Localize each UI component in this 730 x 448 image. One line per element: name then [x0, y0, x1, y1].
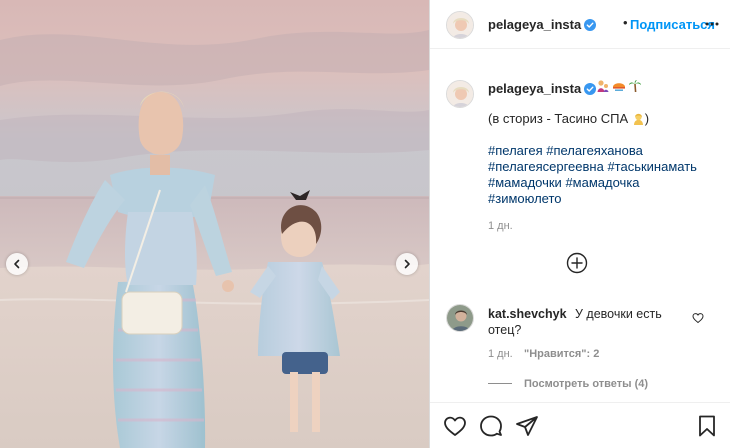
- comment-text-line1: У девочки есть: [575, 307, 662, 321]
- verified-badge-icon: [584, 83, 597, 95]
- chevron-right-icon: [404, 259, 410, 269]
- verified-badge-icon: [584, 19, 597, 31]
- avatar-image: [447, 81, 473, 107]
- replies-divider-line: [488, 383, 512, 384]
- hashtag-link[interactable]: #пелагеясергеевна: [488, 159, 604, 174]
- post-header: pelageya_insta • Подписаться: [430, 0, 730, 49]
- comment-text-line2: отец?: [488, 323, 522, 337]
- hashtag-link[interactable]: #зимоюлето: [488, 191, 562, 206]
- like-heart-icon[interactable]: [443, 414, 467, 438]
- post-side-panel: pelageya_insta • Подписаться pelageya_in…: [429, 0, 730, 448]
- caption-text-end: ): [644, 111, 650, 126]
- header-username-text[interactable]: pelageya_insta: [488, 17, 581, 32]
- load-more-comments-icon[interactable]: [566, 252, 588, 274]
- comment-likes-count[interactable]: "Нравится": 2: [524, 348, 599, 360]
- post-actions-bar: [430, 402, 730, 448]
- share-paper-plane-icon[interactable]: [515, 414, 539, 438]
- avatar-image: [447, 305, 473, 331]
- caption-username[interactable]: pelageya_insta: [488, 81, 597, 96]
- follow-button[interactable]: Подписаться: [630, 17, 715, 32]
- next-photo-button[interactable]: [396, 253, 418, 275]
- woman-emoji-icon: [633, 113, 643, 125]
- caption-emojis: [596, 79, 642, 93]
- previous-photo-button[interactable]: [6, 253, 28, 275]
- hashtag-link[interactable]: #мамадочки: [488, 175, 562, 190]
- hashtag-link[interactable]: #таськинамать: [607, 159, 697, 174]
- comments-section: pelageya_insta (в сториз - Тасино СПА) …: [430, 49, 730, 402]
- hashtag-line-2: #пелагеясергеевна #таськинамать: [488, 159, 697, 175]
- caption-text: (в сториз - Тасино СПА ): [488, 111, 649, 127]
- comment-likes-text[interactable]: "Нравится": 2: [524, 348, 599, 360]
- caption-author-avatar[interactable]: [446, 80, 474, 108]
- more-options-icon[interactable]: [704, 16, 720, 32]
- author-avatar[interactable]: [446, 11, 474, 39]
- comment-timestamp[interactable]: 1 дн.: [488, 348, 513, 360]
- beach-photo: [0, 0, 429, 448]
- sunset-emoji-icon: [613, 83, 625, 91]
- chevron-left-icon: [14, 259, 20, 269]
- post-photo[interactable]: [0, 0, 429, 448]
- avatar-image: [447, 12, 473, 38]
- like-comment-heart-icon[interactable]: [692, 312, 704, 324]
- save-bookmark-icon[interactable]: [695, 414, 719, 438]
- caption-timestamp[interactable]: 1 дн.: [488, 220, 513, 232]
- comment-bubble-icon[interactable]: [479, 414, 503, 438]
- header-separator-dot: •: [623, 15, 628, 30]
- hashtag-link[interactable]: #мамадочка: [565, 175, 639, 190]
- hashtag-link[interactable]: #пелагея: [488, 143, 543, 158]
- commenter-avatar[interactable]: [446, 304, 474, 332]
- palm-tree-emoji-icon: [629, 80, 641, 93]
- view-replies-link[interactable]: Посмотреть ответы (4): [524, 378, 648, 390]
- caption-text-main: (в сториз - Тасино СПА: [488, 111, 629, 126]
- instagram-post: pelageya_insta • Подписаться pelageya_in…: [0, 0, 730, 448]
- caption-username-text[interactable]: pelageya_insta: [488, 81, 581, 96]
- hashtag-line-4: #зимоюлето: [488, 191, 562, 207]
- hashtag-link[interactable]: #пелагеяханова: [546, 143, 643, 158]
- hashtag-line-3: #мамадочки #мамадочка: [488, 175, 640, 191]
- hashtag-line-1: #пелагея #пелагеяханова: [488, 143, 643, 159]
- mother-child-emoji-icon: [597, 80, 609, 92]
- commenter-username[interactable]: kat.shevchyk: [488, 307, 567, 321]
- header-username[interactable]: pelageya_insta: [488, 17, 597, 32]
